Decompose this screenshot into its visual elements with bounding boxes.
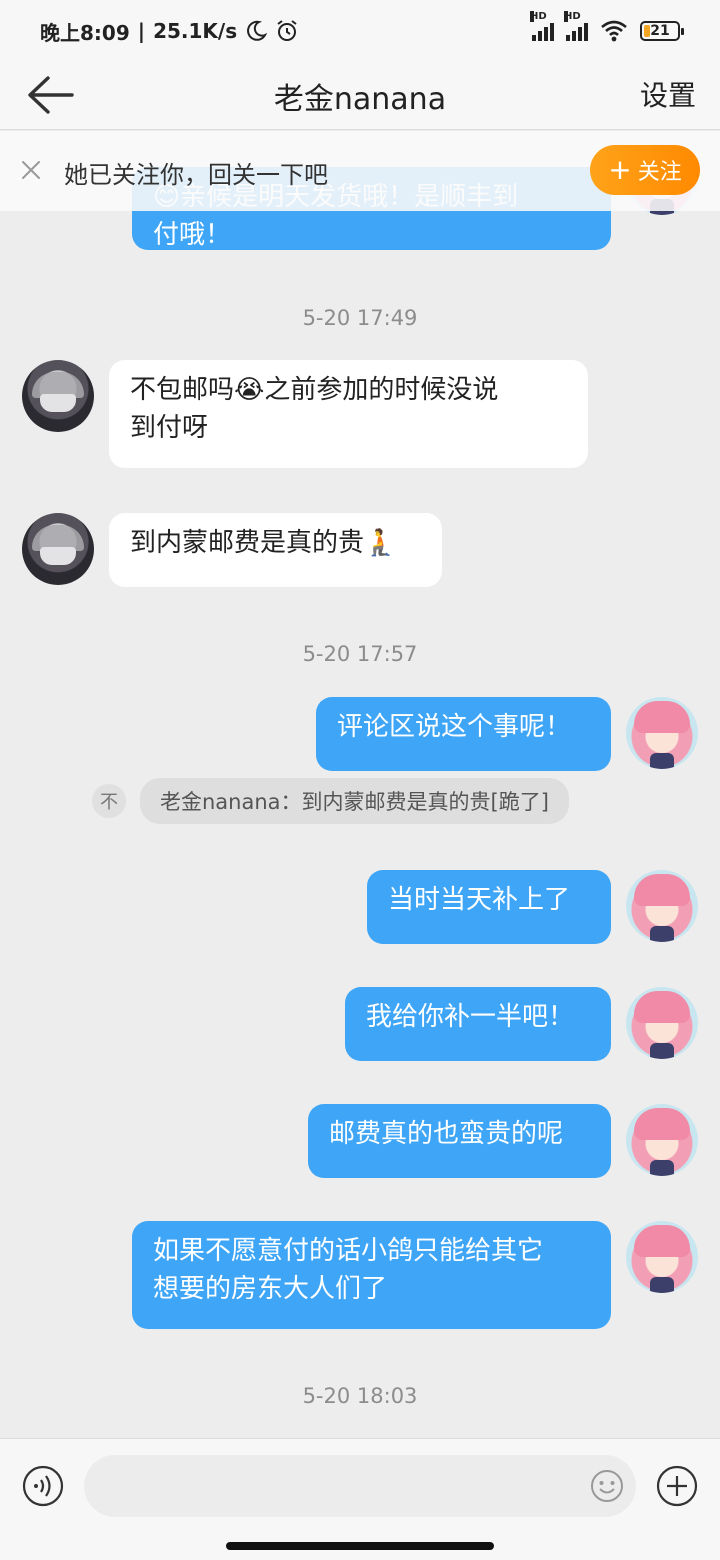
message-outgoing[interactable]: 我给你补一半吧！ [345,987,611,1061]
signal-icon: HD [530,11,554,41]
contact-avatar[interactable] [22,513,94,585]
message-outgoing[interactable]: 当时当天补上了 [367,870,611,944]
signal-icon-2: HD [564,11,588,41]
status-left: 晚上8:09 | 25.1K/s [40,17,299,46]
plus-icon: + [608,153,632,186]
message-incoming[interactable]: 到内蒙邮费是真的贵🧎 [109,513,442,587]
emoji-icon[interactable] [590,1469,624,1503]
message-outgoing[interactable]: 如果不愿意付的话小鸽只能给其它 想要的房东大人们了 [132,1221,611,1329]
page-title: 老金nanana [273,82,447,117]
voice-icon[interactable] [22,1465,64,1507]
follow-banner-text: 她已关注你，回关一下吧 [64,161,328,189]
timestamp: 5-20 18:03 [302,1384,418,1408]
battery-level: 21 [650,23,670,39]
settings-button[interactable]: 设置 [640,74,696,114]
follow-back-banner: 她已关注你，回关一下吧 + 关注 [0,131,720,211]
status-bar: 晚上8:09 | 25.1K/s HD HD 21 [0,0,720,62]
battery-icon: 21 [640,21,684,41]
navigation-bar: 老金nanana 设置 [0,62,720,130]
message-outgoing[interactable]: 邮费真的也蛮贵的呢 [308,1104,611,1178]
message-outgoing[interactable]: 评论区说这个事呢！ [316,697,611,771]
my-avatar[interactable] [626,1104,698,1176]
timestamp: 5-20 17:57 [302,642,418,666]
my-avatar[interactable] [626,870,698,942]
wifi-icon [601,20,627,42]
home-indicator[interactable] [226,1542,494,1550]
quote-icon: 不 [92,784,126,818]
alarm-icon [277,20,297,41]
timestamp: 5-20 17:49 [302,306,418,330]
my-avatar[interactable] [626,697,698,769]
message-incoming[interactable]: 不包邮吗😭之前参加的时候没说 到付呀 [109,360,588,468]
status-time: 晚上8:09 [40,20,130,45]
plus-icon[interactable] [656,1465,698,1507]
close-icon[interactable] [20,159,42,181]
message-input[interactable] [84,1455,636,1517]
my-avatar[interactable] [626,987,698,1059]
status-net-speed: 25.1K/s [153,19,238,43]
status-separator: | [137,19,146,43]
my-avatar[interactable] [626,1221,698,1293]
status-right: HD HD 21 [530,11,684,42]
moon-icon [247,20,268,41]
follow-button-label: 关注 [637,160,682,185]
chat-area[interactable]: 😊亲候是明天发货哦！是顺丰到 付哦！ 5-20 17:49 不包邮吗😭之前参加的… [0,131,720,1438]
contact-avatar[interactable] [22,360,94,432]
follow-button[interactable]: + 关注 [590,145,700,195]
quote-text[interactable]: 老金nanana：到内蒙邮费是真的贵[跪了] [140,778,569,824]
quoted-reply[interactable]: 不 老金nanana：到内蒙邮费是真的贵[跪了] [92,778,569,824]
